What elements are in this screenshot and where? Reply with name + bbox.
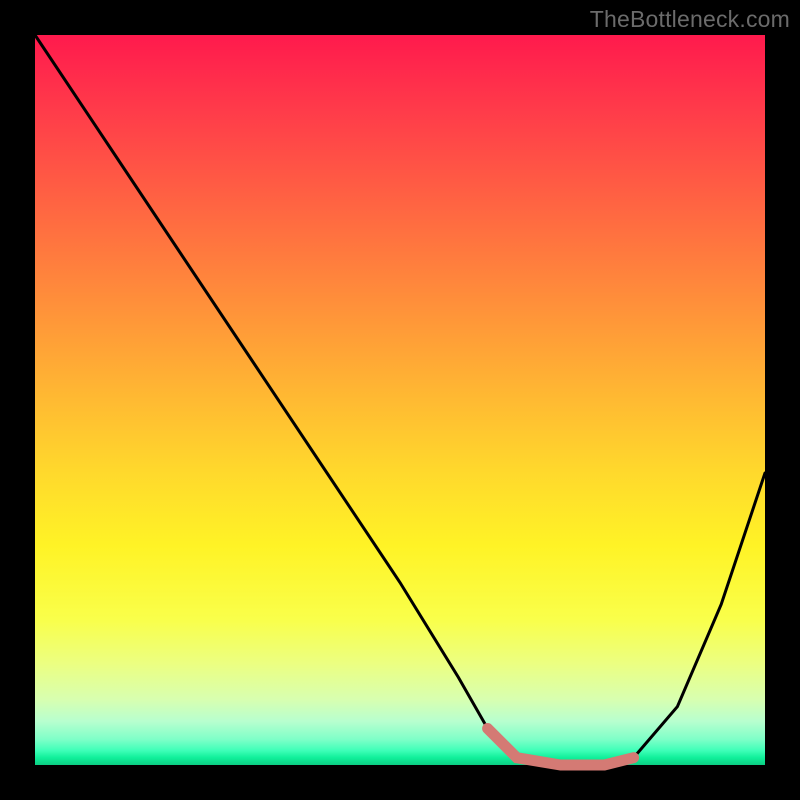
- watermark-text: TheBottleneck.com: [590, 6, 790, 33]
- plot-area: [35, 35, 765, 765]
- bottleneck-curve: [35, 35, 765, 765]
- curve-layer: [35, 35, 765, 765]
- highlight-band: [488, 729, 634, 766]
- chart-frame: TheBottleneck.com: [0, 0, 800, 800]
